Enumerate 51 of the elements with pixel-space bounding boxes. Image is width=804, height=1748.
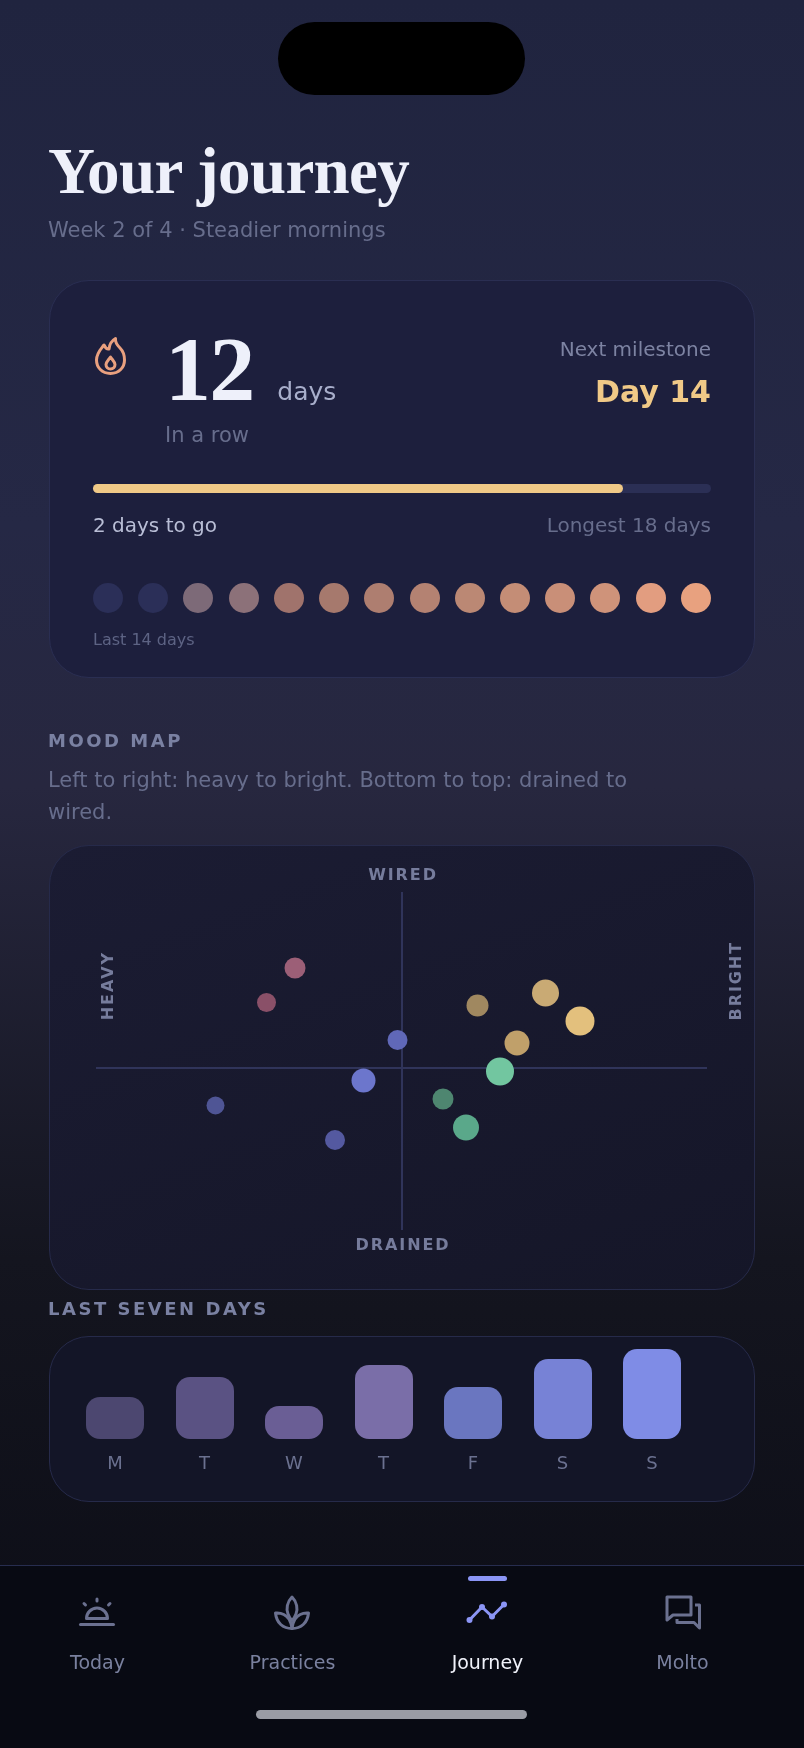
page-title: Your journey: [48, 137, 411, 205]
day-bar: [175, 1377, 234, 1439]
day-label: S: [556, 1452, 569, 1474]
mood-point: [257, 993, 276, 1012]
mood-point: [325, 1130, 345, 1150]
mood-point: [284, 957, 306, 979]
section-heading: MOOD MAP: [48, 729, 184, 753]
day-label: T: [199, 1452, 210, 1474]
nav-tab[interactable]: Today: [70, 1593, 125, 1674]
selected-tab-indicator: [468, 1576, 507, 1581]
mood-point: [486, 1057, 514, 1086]
mood-point: [532, 979, 559, 1007]
flame-icon: [93, 336, 128, 376]
days-remaining: 2 days to go: [93, 512, 217, 538]
axis-label: BRIGHT: [726, 941, 746, 1021]
axis-label: WIRED: [368, 865, 438, 885]
milestone-value: Day 14: [595, 373, 711, 411]
mood-map-description: Left to right: heavy to bright. Bottom to top: drained to wired.: [48, 767, 629, 826]
chat-bubbles-icon: [663, 1594, 702, 1630]
axis-label: DRAINED: [355, 1235, 451, 1255]
mood-point: [351, 1068, 376, 1093]
mood-point: [504, 1030, 530, 1056]
lotus-icon: [273, 1593, 312, 1631]
day-label: W: [285, 1452, 303, 1474]
day-bar: [444, 1387, 502, 1439]
mood-point: [206, 1096, 225, 1115]
nav-tab[interactable]: Practices: [249, 1593, 336, 1674]
day-bar: [86, 1397, 144, 1439]
trend-line-icon: [466, 1600, 509, 1624]
days-caption: Last 14 days: [93, 629, 196, 651]
mood-point: [387, 1030, 408, 1050]
streak-count: 12: [165, 323, 254, 415]
day-label: S: [646, 1452, 658, 1474]
day-label: F: [467, 1452, 479, 1474]
day-label: T: [378, 1452, 389, 1474]
sunrise-icon: [78, 1597, 117, 1627]
milestone-label: Next milestone: [559, 336, 711, 362]
day-label: M: [107, 1452, 123, 1474]
streak-unit: days: [277, 376, 337, 408]
mood-point: [466, 994, 489, 1017]
nav-tab[interactable]: Molto: [656, 1593, 709, 1674]
mood-point: [432, 1088, 454, 1110]
streak-caption: In a row: [165, 422, 250, 449]
mood-point: [565, 1006, 595, 1036]
nav-tab[interactable]: Journey: [451, 1593, 524, 1674]
longest-streak: Longest 18 days: [546, 512, 711, 538]
page-subtitle: Week 2 of 4 · Steadier mornings: [48, 217, 387, 244]
mood-point: [453, 1114, 479, 1141]
day-bar: [265, 1406, 323, 1439]
axis-label: HEAVY: [98, 951, 118, 1021]
section-heading: LAST SEVEN DAYS: [48, 1297, 270, 1321]
